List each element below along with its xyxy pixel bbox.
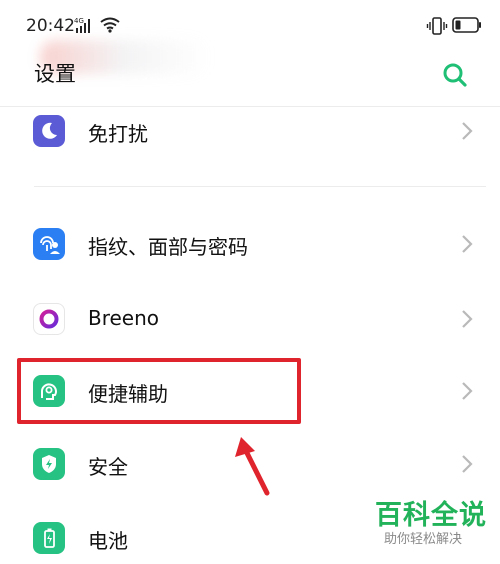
arrow-annotation bbox=[235, 437, 270, 496]
chevron-right-icon bbox=[462, 455, 473, 473]
watermark-title: 百科全说 bbox=[375, 500, 487, 531]
item-label: 指纹、面部与密码 bbox=[88, 235, 248, 259]
settings-item-fingerprint-face-password[interactable]: 指纹、面部与密码 bbox=[0, 218, 500, 270]
item-label: Breeno bbox=[88, 306, 160, 330]
chevron-right-icon bbox=[462, 382, 473, 400]
wifi-icon bbox=[100, 17, 120, 33]
settings-item-breeno[interactable]: Breeno bbox=[0, 293, 500, 345]
moon-icon bbox=[33, 115, 65, 147]
chevron-right-icon bbox=[462, 310, 473, 328]
shield-icon bbox=[33, 448, 65, 480]
chevron-right-icon bbox=[462, 235, 473, 253]
group-divider bbox=[34, 186, 486, 187]
item-label: 安全 bbox=[88, 455, 128, 479]
search-icon[interactable] bbox=[442, 62, 468, 88]
page-title: 设置 bbox=[34, 62, 76, 86]
network-label: 4G bbox=[74, 17, 84, 25]
chevron-right-icon bbox=[462, 122, 473, 140]
watermark-subtitle: 助你轻松解决 bbox=[384, 532, 463, 547]
settings-item-do-not-disturb[interactable]: 免打扰 bbox=[0, 105, 500, 157]
vibrate-icon bbox=[426, 17, 448, 35]
fingerprint-face-icon bbox=[33, 228, 65, 260]
item-label: 电池 bbox=[88, 529, 128, 553]
battery-icon bbox=[452, 17, 481, 33]
item-label: 免打扰 bbox=[88, 122, 148, 146]
status-time: 20:42 bbox=[26, 16, 75, 36]
highlight-box bbox=[17, 358, 301, 424]
breeno-icon bbox=[33, 303, 65, 335]
signal-icon: 4G bbox=[74, 17, 90, 33]
battery-item-icon bbox=[33, 522, 65, 554]
